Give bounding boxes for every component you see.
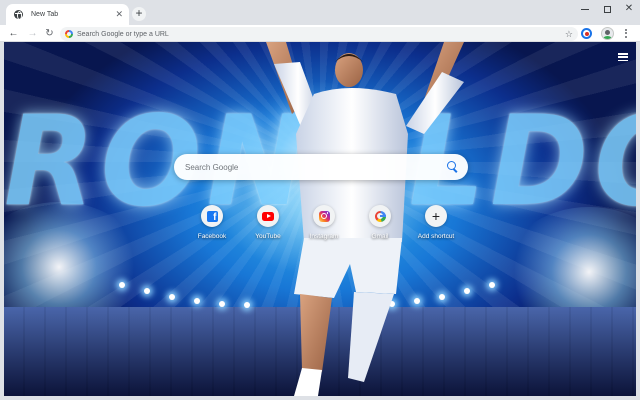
minimize-button[interactable] <box>574 0 596 18</box>
shortcut-tile: f <box>201 205 223 227</box>
shortcut-youtube[interactable]: YouTube <box>240 205 296 251</box>
shortcut-label: Instagram <box>309 233 339 240</box>
shortcut-label: Gmail <box>371 233 389 240</box>
shortcut-tile <box>257 205 279 227</box>
maximize-button[interactable] <box>596 0 618 18</box>
back-button[interactable]: ← <box>7 27 20 40</box>
new-tab-page: RONALDO <box>4 42 636 396</box>
browser-toolbar: ← → ↻ Search Google or type a URL ☆ <box>0 25 640 42</box>
profile-avatar[interactable] <box>601 27 614 40</box>
shortcut-tile <box>313 205 335 227</box>
extension-icon[interactable] <box>581 28 592 39</box>
shortcut-gmail[interactable]: Gmail <box>352 205 408 251</box>
shortcut-label: Facebook <box>197 233 227 240</box>
youtube-icon <box>262 211 274 221</box>
facebook-icon: f <box>206 210 218 222</box>
shortcut-tile: + <box>425 205 447 227</box>
shortcut-label: YouTube <box>255 233 281 240</box>
add-shortcut-button[interactable]: + Add shortcut <box>408 205 464 251</box>
globe-icon <box>14 10 23 20</box>
shortcuts-row: f Facebook YouTube Instagram Gmail + Add… <box>184 205 456 251</box>
new-tab-button[interactable]: + <box>132 7 146 21</box>
star-icon[interactable]: ☆ <box>565 29 573 40</box>
window-controls: ✕ <box>574 0 640 18</box>
minimize-icon <box>581 8 589 10</box>
tab-new-tab[interactable]: New Tab ✕ <box>6 4 129 25</box>
google-icon <box>374 210 386 222</box>
maximize-icon <box>603 5 611 13</box>
omnibox[interactable]: Search Google or type a URL ☆ <box>60 27 578 41</box>
search-box[interactable] <box>174 154 468 180</box>
shortcut-tile <box>369 205 391 227</box>
shortcut-label: Add shortcut <box>417 233 455 240</box>
google-icon <box>65 30 73 38</box>
tab-close-button[interactable]: ✕ <box>115 10 123 19</box>
reload-button[interactable]: ↻ <box>43 27 56 40</box>
forward-button[interactable]: → <box>26 27 39 40</box>
shortcut-facebook[interactable]: f Facebook <box>184 205 240 251</box>
instagram-icon <box>318 210 330 222</box>
tab-title: New Tab <box>31 11 59 18</box>
customize-menu-icon[interactable] <box>618 53 628 61</box>
search-input[interactable] <box>185 157 446 177</box>
omnibox-placeholder[interactable]: Search Google or type a URL <box>77 31 565 38</box>
search-icon[interactable] <box>446 160 460 174</box>
close-window-button[interactable]: ✕ <box>618 0 640 18</box>
plus-icon: + <box>431 208 441 224</box>
shortcut-instagram[interactable]: Instagram <box>296 205 352 251</box>
tab-strip: New Tab ✕ + ✕ <box>0 0 640 25</box>
close-icon: ✕ <box>624 3 634 14</box>
kebab-menu-icon[interactable] <box>623 28 629 39</box>
